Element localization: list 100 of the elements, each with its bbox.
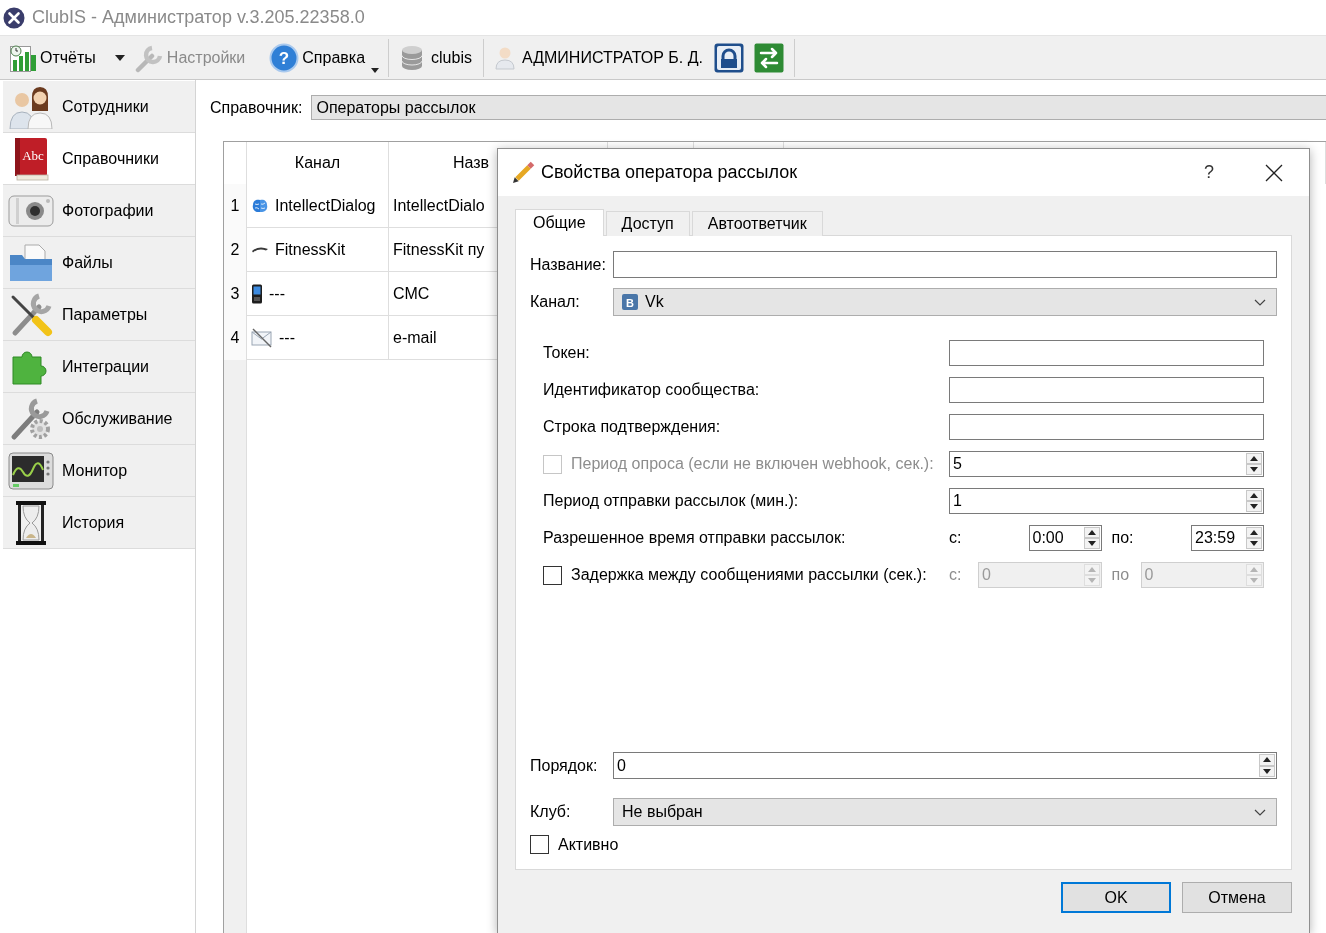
spin-up-button[interactable] bbox=[1259, 754, 1275, 766]
people-icon bbox=[8, 84, 54, 129]
table-cell: FitnessKit пу bbox=[393, 240, 485, 259]
chart-icon bbox=[7, 42, 37, 73]
phone-icon bbox=[251, 283, 263, 304]
sidebar-item[interactable]: Обслуживание bbox=[3, 393, 195, 445]
column-header[interactable]: Канал bbox=[294, 154, 341, 172]
spin-up-button[interactable] bbox=[1246, 490, 1262, 501]
field-label: Клуб: bbox=[530, 803, 572, 821]
tools-icon bbox=[9, 292, 53, 337]
help-button[interactable]: ? bbox=[1191, 154, 1227, 191]
dialog-button[interactable]: OK bbox=[1061, 882, 1171, 913]
pencil-icon bbox=[511, 160, 535, 185]
tab[interactable]: Общие bbox=[515, 209, 604, 236]
close-icon bbox=[1265, 163, 1283, 182]
number-field[interactable]: 1 bbox=[949, 488, 1264, 514]
text-field[interactable] bbox=[949, 414, 1264, 440]
chevron-down-icon bbox=[1254, 298, 1266, 306]
checkbox[interactable] bbox=[530, 835, 549, 854]
sidebar-item[interactable]: Файлы bbox=[3, 237, 195, 289]
table-cell: e-mail bbox=[393, 328, 437, 347]
dialog-button[interactable]: Отмена bbox=[1182, 882, 1292, 913]
toolbar-button[interactable]: Отчёты bbox=[5, 39, 108, 76]
field-label: Название: bbox=[530, 255, 607, 274]
up-arrow-icon bbox=[1250, 493, 1258, 498]
sidebar-item[interactable]: Сотрудники bbox=[3, 81, 195, 133]
up-arrow-icon bbox=[1263, 757, 1271, 763]
down-arrow-icon bbox=[1250, 467, 1258, 472]
table-cell: FitnessKit bbox=[275, 240, 346, 259]
table-cell: СМС bbox=[393, 284, 430, 303]
lock-icon bbox=[714, 42, 744, 73]
row-number: 2 bbox=[230, 241, 240, 259]
field-label: с: bbox=[949, 566, 963, 584]
up-arrow-icon bbox=[1087, 567, 1096, 572]
field-label: Период отправки рассылок (мин.): bbox=[543, 492, 800, 510]
dialog-title: Свойства оператора рассылок bbox=[541, 162, 799, 183]
spin-down-button[interactable] bbox=[1083, 538, 1100, 549]
dropdown[interactable]: Операторы рассылок bbox=[311, 95, 1326, 120]
camera-icon bbox=[8, 194, 54, 227]
field-label: Период опроса (если не включен webhook, сек.): bbox=[571, 455, 934, 473]
field-label: Строка подтверждения: bbox=[543, 418, 722, 436]
tab[interactable]: Доступ bbox=[605, 211, 690, 236]
exit-arrows-icon bbox=[754, 42, 784, 73]
number-field[interactable]: 0 bbox=[613, 752, 1277, 779]
text-field[interactable] bbox=[949, 340, 1264, 366]
chevron-down-icon bbox=[1254, 808, 1266, 816]
spin-up-button[interactable] bbox=[1083, 527, 1100, 538]
field-label: Задержка между сообщениями рассылки (сек.): bbox=[571, 566, 927, 584]
up-arrow-icon bbox=[1250, 456, 1258, 461]
row-number: 4 bbox=[230, 329, 240, 347]
user-icon bbox=[494, 45, 515, 70]
field-label: Активно bbox=[558, 835, 619, 854]
window-title: ClubIS - Администратор v.3.205.22358.0 bbox=[32, 7, 365, 28]
toolbar-label: clubis bbox=[431, 48, 472, 67]
down-arrow-icon bbox=[1263, 768, 1271, 774]
up-arrow-icon bbox=[1250, 567, 1258, 572]
dropdown[interactable]: Не выбран bbox=[613, 798, 1277, 826]
field-label: Разрешенное время отправки рассылок: bbox=[543, 529, 847, 547]
field-label: Справочник: bbox=[210, 98, 303, 117]
field-label: Идентификатор сообщества: bbox=[543, 381, 761, 399]
field-label: Канал: bbox=[530, 293, 581, 311]
up-arrow-icon bbox=[1087, 530, 1096, 535]
brain-icon bbox=[251, 197, 269, 214]
caret-icon bbox=[371, 67, 380, 73]
number-field[interactable]: 0:00 bbox=[1028, 525, 1102, 551]
tab[interactable]: Автоответчик bbox=[691, 211, 823, 236]
spin-down-button[interactable] bbox=[1246, 538, 1262, 549]
field-label: по bbox=[1111, 566, 1131, 584]
sidebar-item[interactable]: Интеграции bbox=[3, 341, 195, 393]
table-cell: --- bbox=[279, 328, 295, 347]
sidebar-item[interactable]: Фотографии bbox=[3, 185, 195, 237]
folder-icon bbox=[9, 243, 53, 282]
checkbox[interactable] bbox=[543, 565, 562, 585]
text-field[interactable] bbox=[949, 377, 1264, 403]
row-number: 1 bbox=[230, 197, 240, 215]
row-number: 3 bbox=[230, 285, 240, 303]
toolbar-label: АДМИНИСТРАТОР Б. Д. bbox=[521, 48, 703, 67]
toolbar-button[interactable]: ? Справка bbox=[257, 39, 384, 76]
down-arrow-icon bbox=[1250, 504, 1258, 509]
down-arrow-icon bbox=[1250, 578, 1258, 583]
field-label: Токен: bbox=[543, 344, 591, 362]
up-arrow-icon bbox=[1250, 530, 1258, 535]
spin-down-button[interactable] bbox=[1246, 501, 1262, 512]
caret-icon bbox=[114, 54, 125, 61]
table-cell: --- bbox=[269, 284, 285, 303]
spin-up-button[interactable] bbox=[1246, 453, 1262, 464]
spin-up-button[interactable] bbox=[1246, 527, 1262, 538]
down-arrow-icon bbox=[1087, 578, 1096, 583]
sidebar-item[interactable]: Параметры bbox=[3, 289, 195, 341]
sidebar-item[interactable]: Монитор bbox=[3, 445, 195, 497]
field-label: с: bbox=[949, 529, 963, 547]
help-icon: ? bbox=[269, 42, 300, 73]
dropdown[interactable]: В Vk bbox=[613, 288, 1277, 316]
number-field[interactable]: 23:59 bbox=[1191, 525, 1264, 551]
sidebar-item[interactable]: История bbox=[3, 497, 195, 549]
spin-down-button[interactable] bbox=[1246, 464, 1262, 475]
swoosh-icon bbox=[251, 245, 269, 254]
logo-icon: В bbox=[622, 294, 638, 310]
text-field[interactable] bbox=[613, 251, 1277, 278]
column-header[interactable]: Назв bbox=[453, 154, 490, 172]
